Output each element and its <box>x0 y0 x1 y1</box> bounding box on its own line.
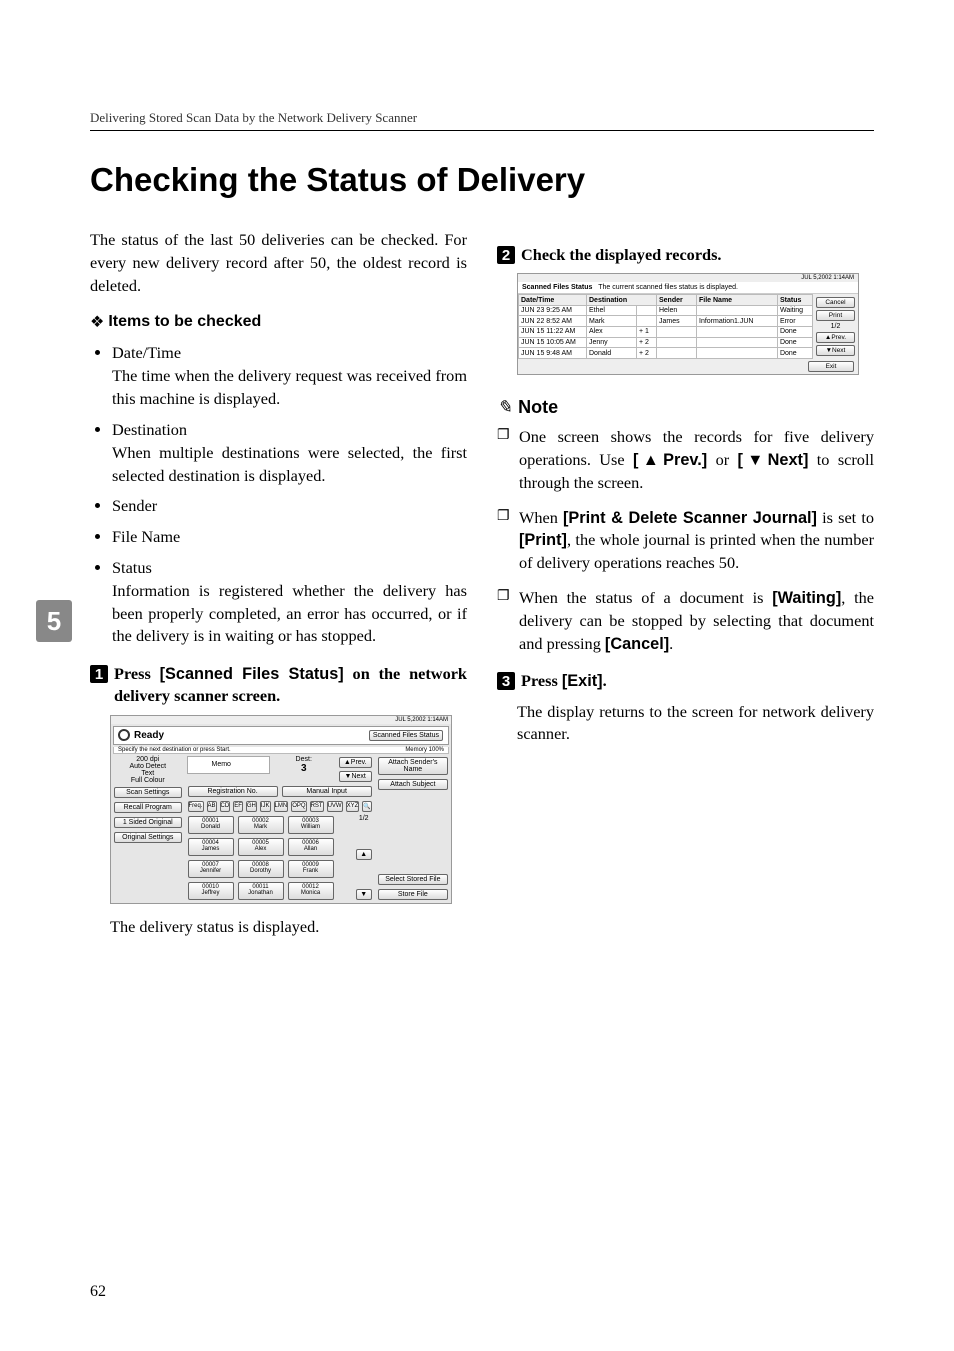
page-title: Checking the Status of Delivery <box>90 161 874 199</box>
item-label: Status <box>112 557 467 580</box>
original-settings-button[interactable]: Original Settings <box>114 832 182 843</box>
dest-cell[interactable]: 00011Jonathan <box>238 882 284 900</box>
items-list: Date/TimeThe time when the delivery requ… <box>90 342 467 648</box>
step-number: 2 <box>497 246 515 264</box>
scan-settings-button[interactable]: Scan Settings <box>114 787 182 798</box>
table-row[interactable]: JUN 15 11:22 AMAlex+ 1Done <box>519 327 813 338</box>
delivery-scanner-screenshot: JUL 5,2002 1:14AM Ready Scanned Files St… <box>110 715 452 904</box>
item-label: File Name <box>112 526 467 549</box>
search-icon: 🔍 <box>362 801 371 812</box>
scroll-down-button[interactable]: ▼ <box>356 889 372 900</box>
prev-button[interactable]: ▲Prev. <box>339 757 372 768</box>
page-number: 62 <box>90 1283 106 1301</box>
table-row[interactable]: JUN 23 9:25 AMEthelHelenWaiting <box>519 305 813 316</box>
table-row[interactable]: JUN 15 9:48 AMDonald+ 2Done <box>519 348 813 359</box>
dest-cell[interactable]: 00012Monica <box>288 882 334 900</box>
attach-subject-button[interactable]: Attach Subject <box>378 779 448 790</box>
dest-cell[interactable]: 00010Jeffrey <box>188 882 234 900</box>
intro-paragraph: The status of the last 50 deliveries can… <box>90 229 467 297</box>
dest-cell[interactable]: 00009Frank <box>288 860 334 878</box>
after-step1: The delivery status is displayed. <box>90 916 467 939</box>
dest-cell[interactable]: 00002Mark <box>238 816 284 834</box>
item-label: Sender <box>112 495 467 518</box>
pencil-icon: ✎ <box>497 397 512 418</box>
item-label: Date/Time <box>112 342 467 365</box>
table-row[interactable]: JUN 15 10:05 AMJenny+ 2Done <box>519 337 813 348</box>
items-heading: Items to be checked <box>108 313 261 331</box>
dest-cell[interactable]: 00001Donald <box>188 816 234 834</box>
item-desc: When multiple destinations were selected… <box>112 443 467 485</box>
exit-button[interactable]: Exit <box>808 361 854 372</box>
section-number-tab: 5 <box>36 600 72 642</box>
note-item: When the status of a document is [Waitin… <box>519 587 874 655</box>
page-indicator: 1/2 <box>816 323 855 330</box>
alpha-tabs[interactable]: Freq.ABCDEFGHIJKLMNOPQRSTUVWXYZ🔍 <box>187 800 373 813</box>
status-table: Date/TimeDestinationSenderFile NameStatu… <box>518 294 813 359</box>
item-desc: Information is registered whether the de… <box>112 581 467 646</box>
diamond-icon: ❖ <box>90 312 104 332</box>
print-button[interactable]: Print <box>816 310 855 321</box>
registration-button[interactable]: Registration No. <box>188 786 278 797</box>
dest-cell[interactable]: 00003William <box>288 816 334 834</box>
one-sided-button[interactable]: 1 Sided Original <box>114 817 182 828</box>
note-heading: Note <box>518 397 558 418</box>
dest-cell[interactable]: 00005Alex <box>238 838 284 856</box>
step2-text: Check the displayed records. <box>521 244 722 265</box>
step-number: 3 <box>497 672 515 690</box>
next-button[interactable]: ▼Next <box>816 345 855 356</box>
cancel-button[interactable]: Cancel <box>816 297 855 308</box>
step-number: 1 <box>90 665 108 683</box>
next-button[interactable]: ▼Next <box>339 771 372 782</box>
item-label: Destination <box>112 419 467 442</box>
step3-text: Press [Exit]. <box>521 670 607 692</box>
dest-cell[interactable]: 00006Allan <box>288 838 334 856</box>
attach-sender-button[interactable]: Attach Sender's Name <box>378 757 448 775</box>
select-stored-file-button[interactable]: Select Stored File <box>378 874 448 885</box>
note-item: One screen shows the records for five de… <box>519 426 874 494</box>
dest-cell[interactable]: 00004James <box>188 838 234 856</box>
scanned-files-status-button[interactable]: Scanned Files Status <box>369 730 443 741</box>
page-header: Delivering Stored Scan Data by the Netwo… <box>90 110 874 131</box>
step1-text: Press [Scanned Files Status] on the netw… <box>114 663 467 706</box>
table-row[interactable]: JUN 22 8:52 AMMarkJamesInformation1.JUNE… <box>519 316 813 327</box>
manual-input-button[interactable]: Manual Input <box>282 786 372 797</box>
status-table-screenshot: JUL 5,2002 1:14AM Scanned Files Status T… <box>517 273 859 375</box>
after-step3: The display returns to the screen for ne… <box>497 701 874 747</box>
recall-program-button[interactable]: Recall Program <box>114 802 182 813</box>
dest-cell[interactable]: 00008Dorothy <box>238 860 284 878</box>
status-indicator-icon <box>118 729 130 741</box>
dest-cell[interactable]: 00007Jennifer <box>188 860 234 878</box>
item-desc: The time when the delivery request was r… <box>112 366 467 408</box>
note-item: When [Print & Delete Scanner Journal] is… <box>519 507 874 575</box>
note-list: One screen shows the records for five de… <box>497 426 874 655</box>
prev-button[interactable]: ▲Prev. <box>816 332 855 343</box>
scroll-up-button[interactable]: ▲ <box>356 849 372 860</box>
store-file-button[interactable]: Store File <box>378 889 448 900</box>
